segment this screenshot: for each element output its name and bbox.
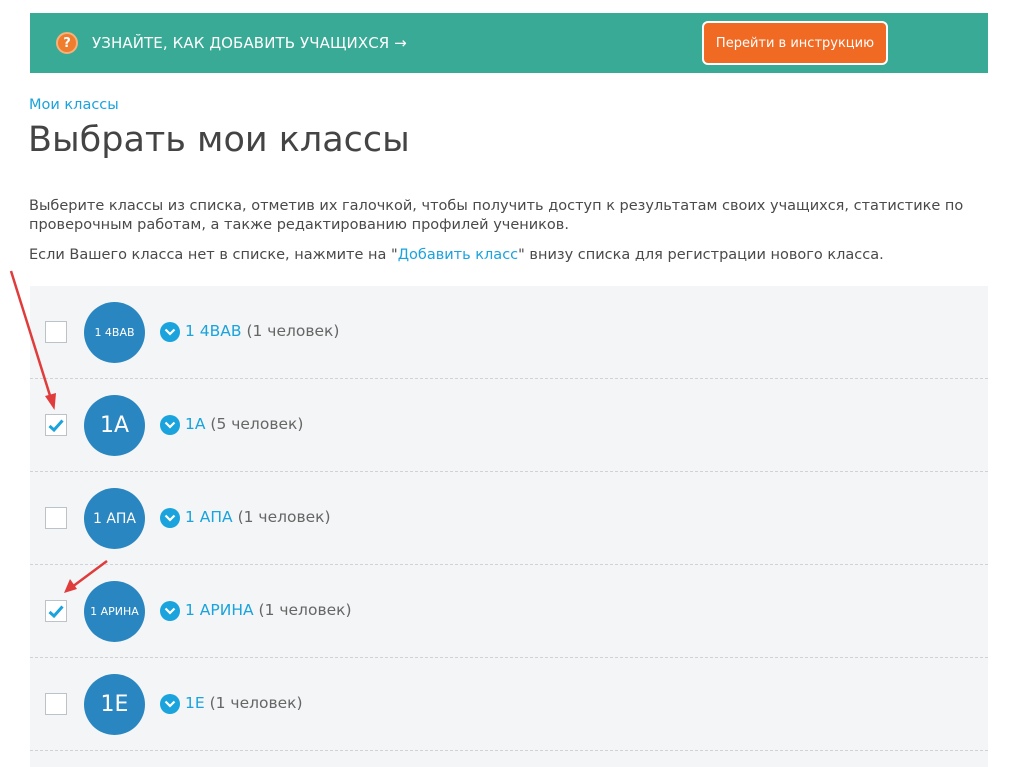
class-student-count: (1 человек) [241,322,340,340]
chevron-down-circle-icon[interactable] [160,322,180,342]
class-checkbox[interactable] [45,321,67,343]
chevron-down-circle-icon[interactable] [160,601,180,621]
class-label: 1Е (1 человек) [185,694,303,712]
checkmark-icon [48,418,64,432]
hint-text-before: Если Вашего класса нет в списке, нажмите… [29,247,398,263]
chevron-down-circle-icon[interactable] [160,415,180,435]
class-checkbox[interactable] [45,693,67,715]
class-label: 1 АРИНА (1 человек) [185,601,352,619]
class-row: 1 4ВАВ 1 4ВАВ (1 человек) [30,286,988,379]
add-class-link[interactable]: Добавить класс [398,247,518,263]
class-student-count: (1 человек) [232,508,331,526]
hint-text-after: " внизу списка для регистрации нового кл… [518,247,884,263]
class-student-count: (1 человек) [204,694,303,712]
class-avatar: 1 АПА [84,488,145,549]
class-avatar: 1 АРИНА [84,581,145,642]
breadcrumb-my-classes[interactable]: Мои классы [29,97,119,113]
instruction-banner: ? УЗНАЙТЕ, КАК ДОБАВИТЬ УЧАЩИХСЯ → Перей… [30,13,988,73]
class-row: 1 АПА 1 АПА (1 человек) [30,472,988,565]
class-checkbox[interactable] [45,600,67,622]
chevron-down-circle-icon[interactable] [160,508,180,528]
checkmark-icon [48,604,64,618]
class-label: 1 АПА (1 человек) [185,508,331,526]
class-name-link[interactable]: 1А [185,415,205,433]
class-name-link[interactable]: 1 АРИНА [185,601,254,619]
description-paragraph: Выберите классы из списка, отметив их га… [29,198,964,233]
class-list: 1 4ВАВ 1 4ВАВ (1 человек) 1А 1А (5 челов… [30,286,988,767]
class-avatar: 1Е [84,674,145,735]
class-avatar: 1А [84,395,145,456]
add-class-hint: Если Вашего класса нет в списке, нажмите… [29,246,989,265]
class-checkbox[interactable] [45,414,67,436]
class-student-count: (1 человек) [253,601,352,619]
class-row: 1А 1А (5 человек) [30,379,988,472]
question-circle-icon: ? [56,32,78,54]
page-title: Выбрать мои классы [28,120,410,160]
go-to-instruction-button[interactable]: Перейти в инструкцию [702,21,888,65]
class-name-link[interactable]: 1 АПА [185,508,233,526]
banner-text[interactable]: УЗНАЙТЕ, КАК ДОБАВИТЬ УЧАЩИХСЯ → [92,34,407,52]
class-avatar: 1 4ВАВ [84,302,145,363]
class-row: 1Е 1Е (1 человек) [30,658,988,751]
class-name-link[interactable]: 1 4ВАВ [185,322,242,340]
chevron-down-circle-icon[interactable] [160,694,180,714]
class-row: 1 АРИНА 1 АРИНА (1 человек) [30,565,988,658]
class-student-count: (5 человек) [205,415,304,433]
class-name-link[interactable]: 1Е [185,694,205,712]
class-checkbox[interactable] [45,507,67,529]
class-label: 1А (5 человек) [185,415,303,433]
class-label: 1 4ВАВ (1 человек) [185,322,339,340]
